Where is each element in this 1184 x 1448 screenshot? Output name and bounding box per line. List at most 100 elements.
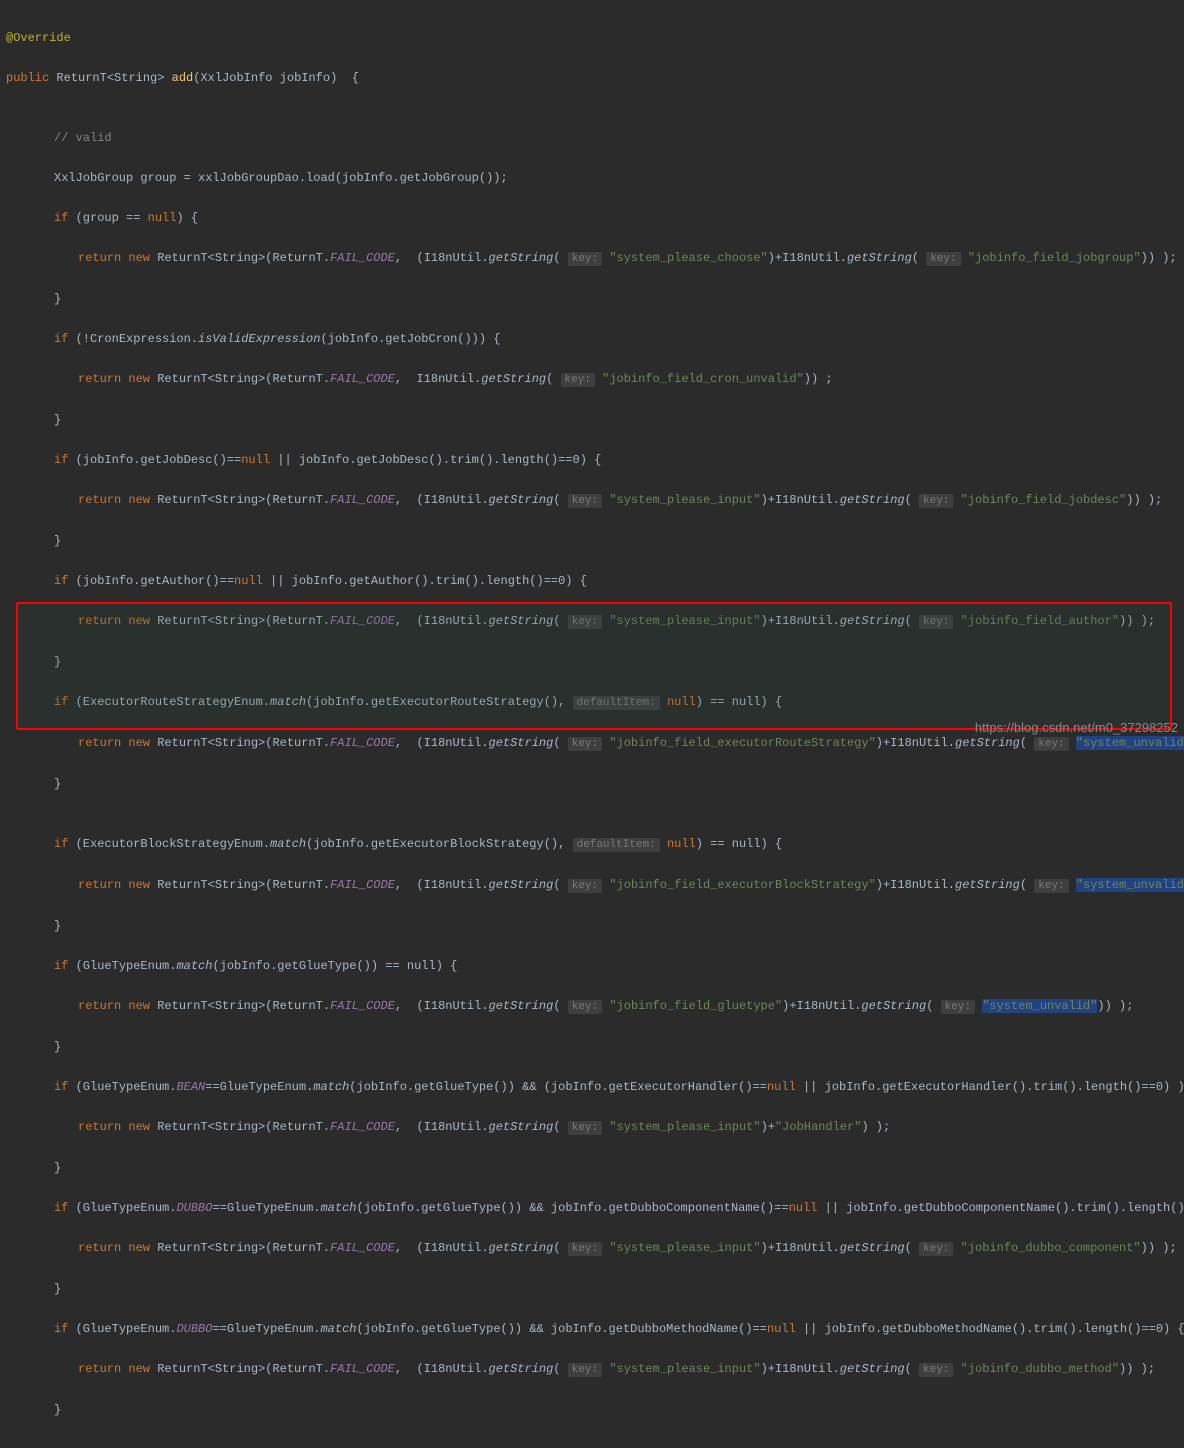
close: ) ); (1105, 999, 1134, 1013)
gen: <String>(ReturnT. (208, 614, 330, 628)
str: "jobinfo_field_gluetype" (609, 999, 782, 1013)
args: (jobInfo.getGlueType()) && (jobInfo.getE… (349, 1080, 767, 1094)
sep: , (I18nUtil. (395, 1120, 489, 1134)
match: match (176, 959, 212, 973)
kw: return new (78, 1241, 150, 1255)
hint: defaultItem: (573, 696, 660, 710)
match: match (270, 695, 306, 709)
gen: <String>(ReturnT. (208, 493, 330, 507)
hint: key: (926, 252, 960, 266)
fc: FAIL_CODE (330, 493, 395, 507)
gs: getString (489, 614, 554, 628)
gen: <String>(ReturnT. (208, 1120, 330, 1134)
str: "jobinfo_field_cron_unvalid" (602, 372, 804, 386)
null: null (667, 695, 696, 709)
str: "system_please_choose" (609, 251, 767, 265)
brace: } (54, 777, 61, 791)
gs: getString (489, 1362, 554, 1376)
plus: )+I18nUtil. (876, 878, 955, 892)
gen: <String>(ReturnT. (208, 251, 330, 265)
brace: } (54, 1161, 61, 1175)
str: "jobinfo_dubbo_method" (961, 1362, 1119, 1376)
hint: key: (568, 1000, 602, 1014)
kw: return new (78, 614, 150, 628)
gs: getString (840, 493, 905, 507)
fc: FAIL_CODE (330, 878, 395, 892)
gs: getString (489, 999, 554, 1013)
params: (XxlJobInfo jobInfo) { (193, 71, 359, 85)
str: "system_unvalid" (982, 999, 1097, 1013)
dubbo: DUBBO (176, 1201, 212, 1215)
type-returnt: ReturnT (56, 71, 106, 85)
kw: return new (78, 736, 150, 750)
brace: } (54, 292, 61, 306)
brace: } (54, 919, 61, 933)
gs: getString (489, 1241, 554, 1255)
hint: key: (568, 737, 602, 751)
args: (jobInfo.getExecutorRouteStrategy(), (306, 695, 565, 709)
hint: key: (568, 494, 602, 508)
cond: || jobInfo.getJobDesc().trim().length()=… (270, 453, 601, 467)
sep: , (395, 251, 417, 265)
args: (jobInfo.getGlueType()) && jobInfo.getDu… (357, 1322, 767, 1336)
str: "system_please_input" (609, 614, 760, 628)
str: "jobinfo_field_jobdesc" (961, 493, 1127, 507)
close: ) ); (1148, 1241, 1177, 1255)
fc: FAIL_CODE (330, 1362, 395, 1376)
hint: key: (568, 1363, 602, 1377)
i18n: I18nUtil. (416, 372, 481, 386)
plus: )+ (761, 1120, 775, 1134)
args: (jobInfo.getGlueType()) && jobInfo.getDu… (357, 1201, 789, 1215)
type: ReturnT (157, 1241, 207, 1255)
type: ReturnT (157, 614, 207, 628)
sep: , (I18nUtil. (395, 1362, 489, 1376)
hint: key: (941, 1000, 975, 1014)
fc: FAIL_CODE (330, 999, 395, 1013)
null: null (789, 1201, 818, 1215)
close: ) ); (1126, 614, 1155, 628)
plus: )+I18nUtil. (876, 736, 955, 750)
close: ) ); (861, 1120, 890, 1134)
close: ) ); (1148, 251, 1177, 265)
eq: ==GlueTypeEnum. (212, 1322, 320, 1336)
plus: )+I18nUtil. (761, 614, 840, 628)
plus: )+I18nUtil. (761, 1241, 840, 1255)
null: null (241, 453, 270, 467)
hint: key: (919, 1242, 953, 1256)
hint: key: (561, 373, 595, 387)
cond: || jobInfo.getAuthor().trim().length()==… (263, 574, 587, 588)
str: "system_please_input" (609, 1120, 760, 1134)
fc: FAIL_CODE (330, 372, 395, 386)
plus: )+I18nUtil. (761, 1362, 840, 1376)
sep: , (I18nUtil. (395, 1241, 489, 1255)
kw: return new (78, 372, 150, 386)
null: null (667, 837, 696, 851)
kw: return new (78, 999, 150, 1013)
close: ) ; (811, 372, 833, 386)
plus: )+I18nUtil. (761, 493, 840, 507)
gs: getString (489, 1120, 554, 1134)
brace: } (54, 413, 61, 427)
getstring: getString (847, 251, 912, 265)
close: ) ); (1133, 493, 1162, 507)
getstring: getString (489, 251, 554, 265)
type: ReturnT (157, 736, 207, 750)
str: "jobinfo_field_executorRouteStrategy" (609, 736, 875, 750)
str: "system_please_input" (609, 1362, 760, 1376)
match: match (313, 1080, 349, 1094)
plus: )+I18nUtil. (782, 999, 861, 1013)
gs: getString (840, 614, 905, 628)
hint: key: (919, 494, 953, 508)
fc: FAIL_CODE (330, 1120, 395, 1134)
null: null (234, 574, 263, 588)
args: (jobInfo.getExecutorBlockStrategy(), (306, 837, 565, 851)
comment: // valid (54, 131, 112, 145)
method-add: add (172, 71, 194, 85)
str: "jobinfo_field_executorBlockStrategy" (609, 878, 875, 892)
brace: } (54, 655, 61, 669)
match: match (320, 1322, 356, 1336)
str: "system_unvalid" (1076, 736, 1184, 750)
suffix: (jobInfo.getJobCron())) { (320, 332, 500, 346)
gs: getString (840, 1362, 905, 1376)
gs: getString (955, 878, 1020, 892)
